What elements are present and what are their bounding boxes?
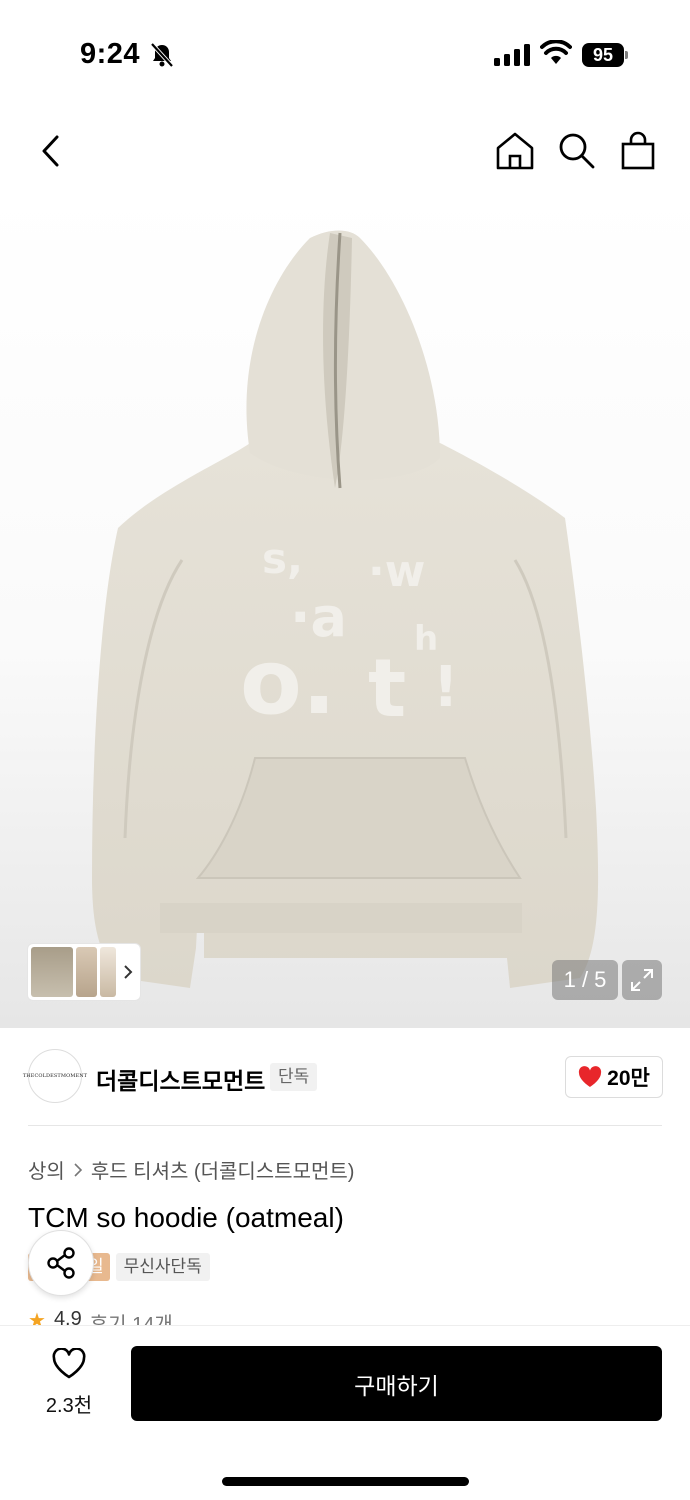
brand-like-button[interactable]: 20만 (565, 1056, 663, 1098)
expand-image-button[interactable] (622, 960, 662, 1000)
bag-icon[interactable] (618, 130, 658, 172)
brand-logo[interactable]: THECOLDESTMOMENT (23, 1049, 87, 1103)
svg-text:t: t (368, 642, 406, 735)
brand-logo-text: THECOLDESTMOMENT (22, 1073, 88, 1079)
exclusive-badge: 무신사단독 (115, 1253, 210, 1281)
product-page: 9:24 95 s, ·w ·a h o. t ! 1 / 5 THECOLDE… (0, 0, 690, 1500)
product-image-gallery[interactable]: s, ·w ·a h o. t ! 1 / 5 (0, 188, 690, 1028)
search-icon[interactable] (556, 130, 596, 172)
breadcrumb-subcategory[interactable]: 후드 티셔츠 (더콜디스트모먼트) (91, 1155, 355, 1184)
svg-text:h: h (414, 619, 438, 659)
thumbnail-3[interactable] (100, 947, 117, 997)
divider (28, 1125, 662, 1126)
signal-icon (494, 44, 530, 66)
battery-level: 95 (582, 43, 624, 67)
chevron-right-icon (74, 1162, 82, 1177)
thumbnail-strip[interactable] (27, 943, 141, 1001)
brand-name[interactable]: 더콜디스트모먼트 (96, 1062, 265, 1096)
breadcrumb: 상의 후드 티셔츠 (더콜디스트모먼트) (28, 1155, 354, 1184)
expand-icon (631, 969, 653, 991)
back-button[interactable] (30, 128, 70, 174)
heart-filled-icon (579, 1066, 602, 1087)
wifi-icon (540, 40, 572, 64)
heart-outline-icon (52, 1347, 86, 1379)
thumbnail-1[interactable] (31, 947, 73, 997)
svg-text:!: ! (433, 655, 459, 720)
svg-text:·w: ·w (368, 546, 425, 597)
wish-count: 2.3천 (45, 1395, 93, 1417)
back-icon (42, 135, 59, 167)
wish-button[interactable]: 2.3천 (36, 1347, 102, 1418)
product-title: TCM so hoodie (oatmeal) (28, 1202, 344, 1233)
brand-like-count: 20만 (607, 1067, 650, 1090)
buy-button[interactable]: 구매하기 (131, 1346, 662, 1421)
battery-cap (625, 51, 628, 59)
bell-muted-icon (150, 42, 174, 68)
breadcrumb-category[interactable]: 상의 (28, 1155, 65, 1184)
image-counter: 1 / 5 (552, 960, 618, 1000)
hoodie-illustration: s, ·w ·a h o. t ! (92, 230, 599, 988)
svg-text:o.: o. (240, 630, 336, 735)
home-indicator (222, 1477, 469, 1486)
chevron-right-icon[interactable] (119, 947, 137, 997)
battery-indicator: 95 (582, 43, 628, 67)
status-time: 9:24 (80, 38, 141, 70)
home-icon[interactable] (494, 130, 536, 172)
brand-exclusive-tag: 단독 (270, 1063, 318, 1091)
svg-text:s,: s, (262, 534, 303, 583)
thumbnail-2[interactable] (75, 947, 98, 997)
status-bar: 9:24 95 (0, 0, 690, 110)
share-icon (47, 1247, 75, 1279)
share-button[interactable] (28, 1230, 94, 1296)
